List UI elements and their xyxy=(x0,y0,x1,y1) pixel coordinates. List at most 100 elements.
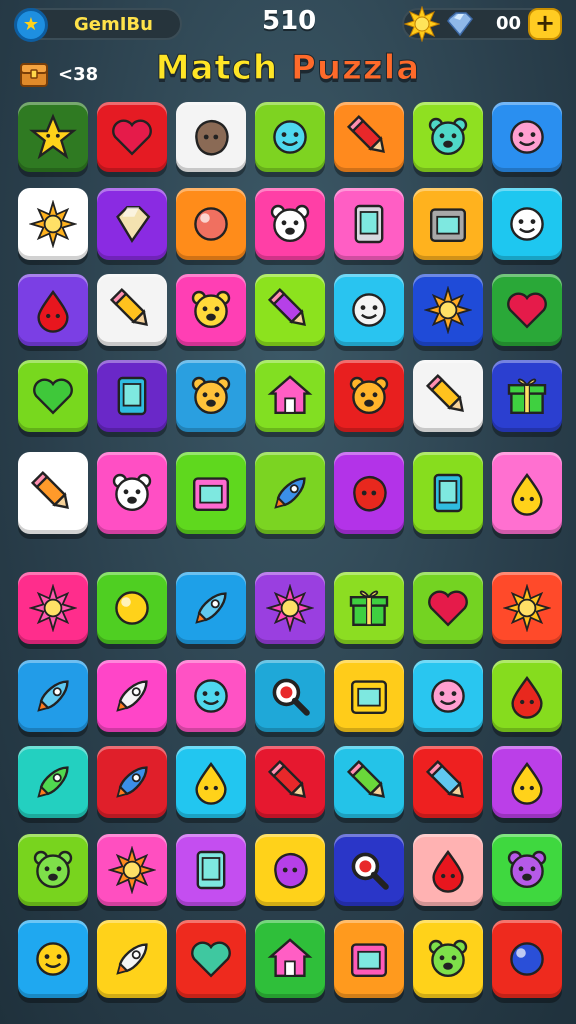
board-tile[interactable] xyxy=(492,572,562,644)
yellow-cat-icon xyxy=(191,290,231,328)
board-tile[interactable] xyxy=(255,746,325,818)
board-tile[interactable] xyxy=(18,188,88,260)
board-tile[interactable] xyxy=(413,360,483,432)
board-tile[interactable] xyxy=(334,274,404,346)
board-tile[interactable] xyxy=(334,920,404,998)
sun-icon xyxy=(29,200,77,248)
heart-icon xyxy=(428,590,468,627)
board-tile[interactable] xyxy=(492,746,562,818)
board-tile[interactable] xyxy=(255,274,325,346)
orange-sun-face-icon xyxy=(503,584,551,632)
yellow-chick-face-icon xyxy=(36,942,70,976)
board-tile[interactable] xyxy=(176,274,246,346)
green-bear-icon xyxy=(428,939,468,977)
red-pencil-icon xyxy=(267,759,306,798)
board-tile[interactable] xyxy=(176,834,246,906)
board-tile[interactable] xyxy=(176,572,246,644)
board-tile[interactable] xyxy=(413,452,483,534)
board-tile[interactable] xyxy=(97,360,167,432)
board-tile[interactable] xyxy=(413,920,483,998)
board-tile[interactable] xyxy=(255,188,325,260)
balloon-icon xyxy=(191,941,231,978)
snail-icon xyxy=(115,591,149,625)
board-tile[interactable] xyxy=(413,746,483,818)
board-tile[interactable] xyxy=(97,452,167,534)
board-tile[interactable] xyxy=(176,746,246,818)
board-tile[interactable] xyxy=(255,572,325,644)
board-tile[interactable] xyxy=(492,834,562,906)
board-tile[interactable] xyxy=(97,660,167,732)
box-frame-icon xyxy=(351,943,387,977)
heart-icon xyxy=(112,119,152,156)
board-tile[interactable] xyxy=(413,572,483,644)
chick-icon xyxy=(511,472,543,516)
board-tile[interactable] xyxy=(413,188,483,260)
board-tile[interactable] xyxy=(255,452,325,534)
board-tile[interactable] xyxy=(97,920,167,998)
board-tile[interactable] xyxy=(492,920,562,998)
board-tile[interactable] xyxy=(334,452,404,534)
board-tile[interactable] xyxy=(413,274,483,346)
board-tile[interactable] xyxy=(97,834,167,906)
board-tile[interactable] xyxy=(18,102,88,172)
red-blob-icon xyxy=(353,475,387,512)
board-tile[interactable] xyxy=(176,360,246,432)
board-tile[interactable] xyxy=(492,452,562,534)
board-tile[interactable] xyxy=(255,102,325,172)
board-tile[interactable] xyxy=(334,102,404,172)
board-tile[interactable] xyxy=(255,920,325,998)
chili-icon xyxy=(511,675,543,719)
board-tile[interactable] xyxy=(334,572,404,644)
board-tile[interactable] xyxy=(176,102,246,172)
robot-face-icon xyxy=(352,293,386,327)
house-icon xyxy=(267,938,313,977)
board-tile[interactable] xyxy=(176,188,246,260)
board-tile[interactable] xyxy=(255,834,325,906)
board-tile[interactable] xyxy=(176,660,246,732)
board-tile[interactable] xyxy=(97,572,167,644)
board-tile[interactable] xyxy=(334,834,404,906)
board-tile[interactable] xyxy=(334,746,404,818)
yellow-drop-face-icon xyxy=(195,761,227,805)
board-tile[interactable] xyxy=(97,274,167,346)
board-tile[interactable] xyxy=(176,452,246,534)
lion-icon xyxy=(424,286,472,334)
red-drop-icon xyxy=(37,289,69,333)
board-tile[interactable] xyxy=(334,188,404,260)
board-tile[interactable] xyxy=(334,660,404,732)
gift-icon xyxy=(507,378,547,414)
board-tile[interactable] xyxy=(97,102,167,172)
green-bear-icon xyxy=(33,850,73,888)
board-tile[interactable] xyxy=(18,274,88,346)
purple-crayon-icon xyxy=(267,287,306,326)
board-tile[interactable] xyxy=(334,360,404,432)
board-tile[interactable] xyxy=(413,102,483,172)
house-icon xyxy=(267,375,313,414)
board-tile[interactable] xyxy=(176,920,246,998)
board-tile[interactable] xyxy=(18,360,88,432)
rocket-icon xyxy=(195,592,227,624)
board-tile[interactable] xyxy=(18,572,88,644)
blue-cup-icon xyxy=(425,759,464,798)
board-tile[interactable] xyxy=(255,360,325,432)
board-tile[interactable] xyxy=(18,660,88,732)
board-tile[interactable] xyxy=(18,452,88,534)
board-tile[interactable] xyxy=(492,102,562,172)
board-tile[interactable] xyxy=(413,834,483,906)
pink-face-icon xyxy=(431,679,465,713)
board-tile[interactable] xyxy=(97,188,167,260)
board-tile[interactable] xyxy=(492,188,562,260)
board-tile[interactable] xyxy=(18,834,88,906)
blue-orb-icon xyxy=(510,942,544,976)
board-tile[interactable] xyxy=(492,274,562,346)
board-tile[interactable] xyxy=(97,746,167,818)
board-tile[interactable] xyxy=(255,660,325,732)
bear-face-icon xyxy=(349,376,389,414)
board-tile[interactable] xyxy=(413,660,483,732)
heart-icon xyxy=(507,292,547,329)
board-tile[interactable] xyxy=(492,660,562,732)
board-tile[interactable] xyxy=(492,360,562,432)
board-tile[interactable] xyxy=(18,746,88,818)
magnifier-icon xyxy=(351,852,389,890)
board-tile[interactable] xyxy=(18,920,88,998)
